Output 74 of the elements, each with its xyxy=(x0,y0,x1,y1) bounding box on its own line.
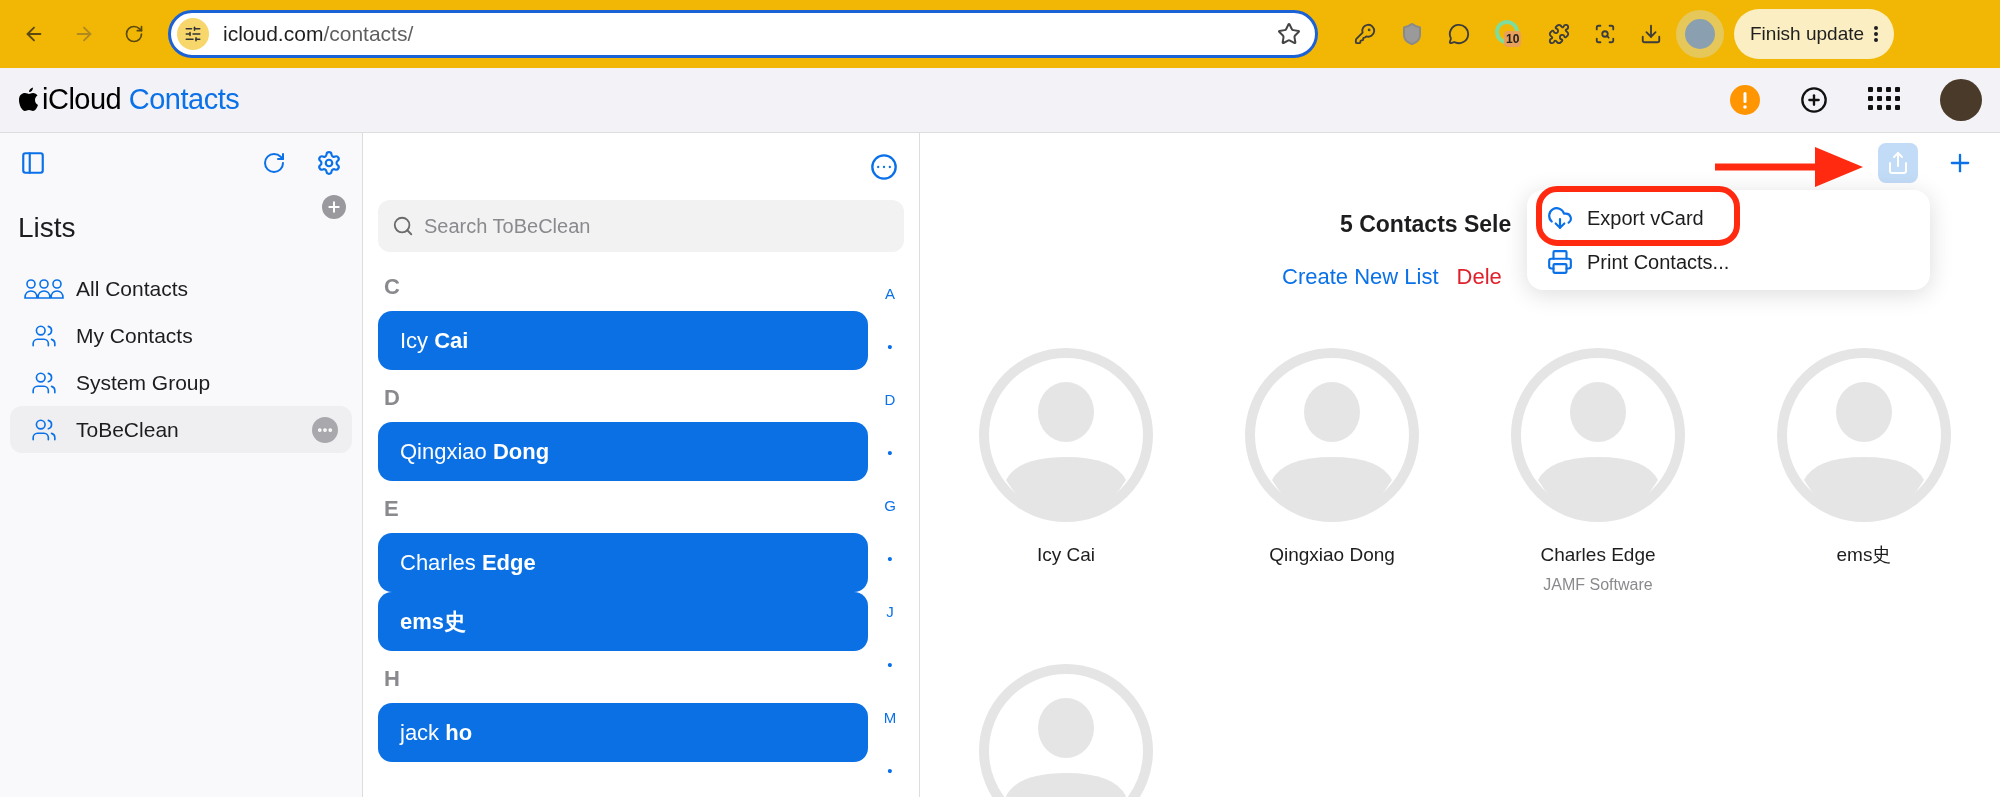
list-name: All Contacts xyxy=(76,275,189,302)
lists-heading: Lists xyxy=(18,211,76,245)
search-field[interactable]: Search ToBeClean xyxy=(378,200,904,252)
share-icon xyxy=(1886,151,1910,175)
extension-badge: 10 xyxy=(1504,31,1522,47)
more-icon[interactable] xyxy=(870,152,898,181)
avatar-placeholder-icon xyxy=(1776,346,1952,523)
search-icon xyxy=(392,215,414,237)
site-settings-icon[interactable] xyxy=(177,18,209,50)
url-text: icloud.com/contacts/ xyxy=(223,21,415,48)
sidebar-list-item[interactable]: All Contacts xyxy=(10,265,352,312)
create-list-link[interactable]: Create New List xyxy=(1282,259,1439,293)
section-letter: E xyxy=(384,495,399,523)
contact-name: Icy Cai xyxy=(1036,542,1096,567)
selection-title: 5 Contacts Sele xyxy=(1340,211,1512,237)
sidebar-toggle-icon[interactable] xyxy=(20,150,46,176)
account-avatar[interactable] xyxy=(1940,79,1982,121)
chat-bubble-icon[interactable] xyxy=(1448,23,1470,45)
apple-logo-icon xyxy=(18,87,40,113)
bookmark-star-icon[interactable] xyxy=(1277,22,1301,46)
sidebar-list-item[interactable]: ToBeClean xyxy=(10,406,352,453)
search-placeholder: Search ToBeClean xyxy=(424,214,591,239)
puzzle-icon[interactable] xyxy=(1548,23,1570,45)
section-letter: C xyxy=(384,273,400,301)
progress-ring-icon[interactable] xyxy=(1494,19,1520,45)
menu-item[interactable]: Export vCard xyxy=(1547,200,1910,236)
avatar-placeholder-icon xyxy=(1510,346,1686,523)
list-name: System Group xyxy=(76,369,211,396)
printer-icon xyxy=(1547,249,1573,275)
index-letter[interactable]: • xyxy=(887,638,893,691)
list-name: ToBeClean xyxy=(76,416,179,443)
index-letter[interactable]: G xyxy=(884,479,896,532)
add-list-icon[interactable] xyxy=(322,195,346,219)
contact-name: Charles Edge xyxy=(1540,542,1656,567)
contact-row[interactable]: Icy Cai xyxy=(378,311,868,370)
finish-update-button[interactable]: Finish update xyxy=(1734,9,1895,59)
add-icon[interactable] xyxy=(1800,86,1828,114)
contact-name: ems史 xyxy=(1836,542,1892,567)
avatar-placeholder-icon xyxy=(1244,346,1420,523)
app-grid-icon[interactable] xyxy=(1868,87,1900,113)
reload-icon xyxy=(124,24,144,44)
contact-name: Qingxiao Dong xyxy=(1269,542,1395,567)
index-letter[interactable]: • xyxy=(887,320,893,373)
contact-row[interactable]: Qingxiao Dong xyxy=(378,422,868,481)
list-name: My Contacts xyxy=(76,322,193,349)
sidebar-list-item[interactable]: System Group xyxy=(10,359,352,406)
section-letter: H xyxy=(384,665,400,693)
key-icon[interactable] xyxy=(1354,23,1376,45)
download-icon[interactable] xyxy=(1640,23,1662,45)
menu-item[interactable]: Print Contacts... xyxy=(1547,244,1910,280)
company-name: JAMF Software xyxy=(1543,575,1653,595)
settings-icon[interactable] xyxy=(316,150,342,176)
delete-link[interactable]: Dele xyxy=(1456,259,1502,293)
avatar-placeholder-icon xyxy=(978,346,1154,523)
index-letter[interactable]: A xyxy=(885,267,895,320)
section-letter: D xyxy=(384,384,400,412)
index-letter[interactable]: • xyxy=(887,426,893,479)
screen-search-icon[interactable] xyxy=(1594,23,1616,45)
index-letter[interactable]: • xyxy=(887,744,893,797)
cloud-download-icon xyxy=(1547,205,1573,231)
avatar-placeholder-icon xyxy=(978,663,1154,797)
people-group-icon xyxy=(24,277,64,300)
sidebar-list-item[interactable]: My Contacts xyxy=(10,312,352,359)
refresh-icon[interactable] xyxy=(262,151,286,175)
index-letter[interactable]: M xyxy=(883,691,897,744)
contact-row[interactable]: Charles Edge xyxy=(378,533,868,592)
index-letter[interactable]: D xyxy=(884,373,896,426)
app-title: iCloud Contacts xyxy=(42,82,240,118)
index-letter[interactable]: J xyxy=(886,585,894,638)
address-bar[interactable]: icloud.com/contacts/ xyxy=(168,10,1318,58)
contact-row[interactable]: jack ho xyxy=(378,703,868,762)
contact-row[interactable]: ems史 xyxy=(378,592,868,651)
index-letter[interactable]: • xyxy=(887,532,893,585)
vertical-dots-icon xyxy=(1874,26,1879,42)
